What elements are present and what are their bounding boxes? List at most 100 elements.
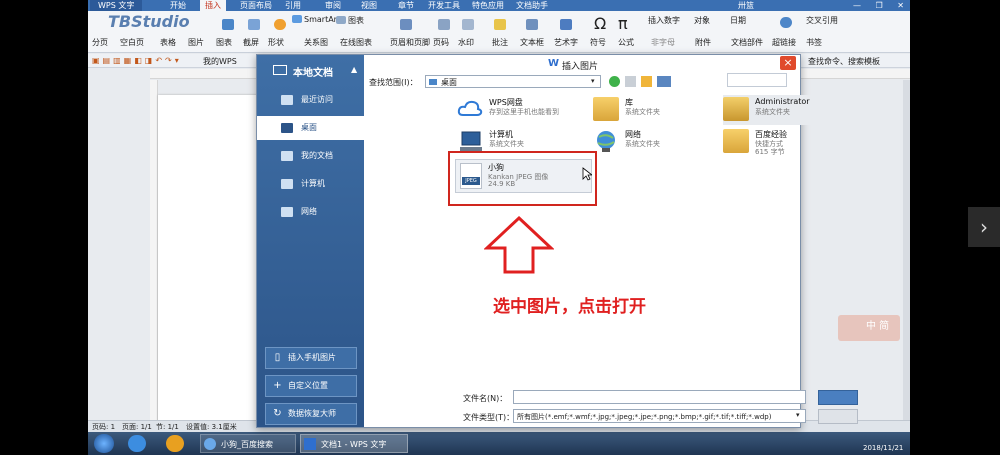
ribbon-smartart[interactable]: SmartArt	[304, 15, 340, 24]
tab-assistant[interactable]: 文档助手	[516, 0, 548, 11]
quick-icons[interactable]: ▣▤▥▦◧◨↶↷▾	[92, 56, 182, 65]
ribbon-shape[interactable]: 形状	[268, 37, 284, 48]
close-button[interactable]: ×	[780, 56, 796, 70]
pi-icon[interactable]: π	[618, 14, 628, 33]
lookin-select[interactable]: 桌面 ▾	[425, 75, 601, 88]
collapse-icon[interactable]: ▲	[351, 65, 357, 74]
data-recovery-button[interactable]: ↻ 数据恢复大师	[265, 403, 357, 425]
ribbon-object[interactable]: 对象	[694, 15, 710, 26]
tab-review[interactable]: 审阅	[325, 0, 341, 11]
view-menu-icon[interactable]	[657, 76, 671, 87]
start-button[interactable]	[94, 434, 114, 453]
ribbon-formula[interactable]: 公式	[618, 37, 634, 48]
up-folder-icon[interactable]	[625, 76, 636, 87]
filetype-select[interactable]: 所有图片(*.emf;*.wmf;*.jpg;*.jpeg;*.jpe;*.pn…	[513, 409, 806, 423]
ribbon-online-chart[interactable]: 在线图表	[340, 37, 372, 48]
custom-location-button[interactable]: + 自定义位置	[265, 375, 357, 397]
textbox-icon[interactable]	[526, 19, 538, 30]
ribbon-bookmark[interactable]: 书签	[806, 37, 822, 48]
back-icon[interactable]	[609, 76, 620, 87]
omega-icon[interactable]: Ω	[594, 14, 606, 33]
user-name[interactable]: 卅篮	[738, 0, 754, 11]
ribbon-docparts[interactable]: 文档部件	[731, 37, 763, 48]
ribbon-header-footer[interactable]: 页眉和页脚	[390, 37, 430, 48]
ribbon-textbox[interactable]: 文本框	[520, 37, 544, 48]
phone-icon: ▯	[274, 352, 281, 363]
ribbon-attachment[interactable]: 附件	[695, 37, 711, 48]
app-title[interactable]: WPS 文字	[90, 0, 143, 11]
user-folder-icon	[723, 97, 749, 121]
ribbon-date[interactable]: 日期	[730, 15, 746, 26]
tab-view[interactable]: 视图	[361, 0, 377, 11]
sidebar-item-recent[interactable]: 最近访问	[257, 88, 364, 112]
ribbon-crossref[interactable]: 交叉引用	[806, 15, 838, 26]
ribbon-picture[interactable]: 图片	[188, 37, 204, 48]
new-folder-icon[interactable]	[641, 76, 652, 87]
file-wps-cloud[interactable]: WPS网盘 存到这里手机也能看到	[457, 95, 587, 125]
search-box[interactable]	[727, 73, 787, 87]
window-controls[interactable]: — ❐ ✕	[853, 0, 910, 11]
tab-layout[interactable]: 页面布局	[240, 0, 272, 11]
ribbon-watermark[interactable]: 水印	[458, 37, 474, 48]
file-administrator[interactable]: Administrator 系统文件夹	[723, 95, 857, 125]
tab-reference[interactable]: 引用	[285, 0, 301, 11]
ribbon-nonalpha[interactable]: 非字母	[651, 37, 675, 48]
page-number-icon[interactable]	[438, 19, 450, 30]
mouse-cursor-icon	[582, 167, 594, 184]
ribbon-screenshot[interactable]: 截屏	[243, 37, 259, 48]
wordart-icon[interactable]	[560, 19, 572, 30]
ribbon-hyperlink[interactable]: 超链接	[772, 37, 796, 48]
tab-developer[interactable]: 开发工具	[428, 0, 460, 11]
shape-icon[interactable]	[274, 19, 286, 30]
header-footer-icon[interactable]	[400, 19, 412, 30]
comment-icon[interactable]	[494, 19, 506, 30]
doc-scrollbar[interactable]	[903, 80, 910, 420]
sidebar-item-computer[interactable]: 计算机	[257, 172, 364, 196]
tab-chapter[interactable]: 章节	[398, 0, 414, 11]
media-icon[interactable]	[166, 435, 184, 452]
tab-insert[interactable]: 插入	[200, 0, 226, 11]
ie-icon[interactable]	[128, 435, 146, 452]
file-desc: 系统文件夹	[755, 108, 790, 116]
taskbar-browser[interactable]: 小狗_百度搜索	[200, 434, 296, 453]
tab-features[interactable]: 特色应用	[472, 0, 504, 11]
ribbon-comment[interactable]: 批注	[492, 37, 508, 48]
open-button[interactable]	[818, 390, 858, 405]
chevron-down-icon[interactable]: ▾	[591, 77, 595, 85]
smartart-icon[interactable]	[292, 15, 302, 23]
ribbon-blankpage[interactable]: 空白页	[120, 37, 144, 48]
tab-home[interactable]: 开始	[170, 0, 186, 11]
next-chevron-button[interactable]: ›	[968, 207, 1000, 247]
sidebar-item-network[interactable]: 网络	[257, 200, 364, 224]
file-baidu-jingyan[interactable]: 百度经验 快捷方式 615 字节	[723, 127, 857, 157]
ribbon-insert-number[interactable]: 插入数字	[648, 15, 680, 26]
screenshot-icon[interactable]	[248, 19, 260, 30]
taskbar-wps[interactable]: 文档1 - WPS 文字	[300, 434, 408, 453]
cancel-button[interactable]	[818, 409, 858, 424]
ribbon-page-number[interactable]: 页码	[433, 37, 449, 48]
file-network[interactable]: 网络 系统文件夹	[593, 127, 713, 157]
chevron-down-icon[interactable]: ▾	[796, 411, 800, 419]
ribbon-chart-small[interactable]: 图表	[348, 15, 364, 26]
ribbon-symbol[interactable]: 符号	[590, 37, 606, 48]
file-puppy-image[interactable]: JPEG 小狗 Kankan JPEG 图像 24.9 KB	[455, 159, 592, 193]
sidebar-item-documents[interactable]: 我的文档	[257, 144, 364, 168]
ribbon-wordart[interactable]: 艺术字	[554, 37, 578, 48]
ribbon-table[interactable]: 表格	[160, 37, 176, 48]
ribbon-pagebreak[interactable]: 分页	[92, 37, 108, 48]
insert-phone-picture-button[interactable]: ▯ 插入手机图片	[265, 347, 357, 369]
filename-input[interactable]	[513, 390, 806, 404]
command-search[interactable]: 查找命令、搜索模板	[808, 56, 880, 67]
watermark-icon[interactable]	[462, 19, 474, 30]
file-library[interactable]: 库 系统文件夹	[593, 95, 713, 125]
hyperlink-icon[interactable]	[780, 17, 792, 28]
ime-widget[interactable]: 中 简	[838, 315, 900, 341]
sidebar-item-label: 桌面	[301, 123, 317, 132]
sidebar-item-desktop[interactable]: 桌面	[257, 116, 364, 140]
chart-icon[interactable]	[222, 19, 234, 30]
my-wps-link[interactable]: 我的WPS	[203, 56, 237, 67]
online-chart-icon[interactable]	[336, 16, 346, 24]
ribbon-chart-label[interactable]: 图表	[216, 37, 232, 48]
sidebar-header[interactable]: 本地文档 ▲	[257, 55, 364, 85]
ribbon-relation[interactable]: 关系图	[304, 37, 328, 48]
